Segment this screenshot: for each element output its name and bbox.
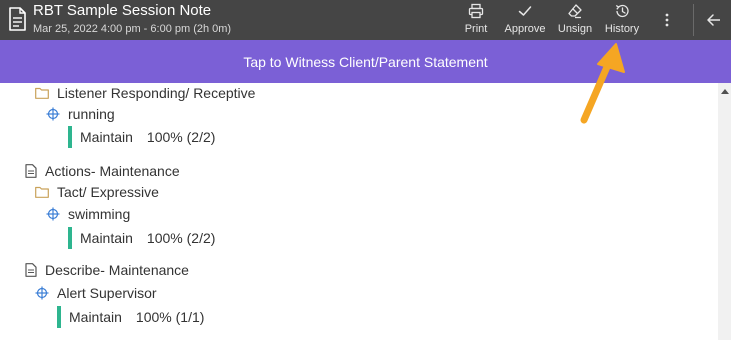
document-icon: [25, 164, 37, 178]
metric-running: Maintain 100% (2/2): [68, 126, 215, 148]
more-options-icon[interactable]: [659, 10, 675, 30]
target-label: Alert Supervisor: [57, 285, 157, 301]
approve-button[interactable]: Approve: [502, 2, 548, 38]
tree-target-running[interactable]: running: [46, 105, 115, 123]
tree-folder-tact[interactable]: Tact/ Expressive: [35, 183, 159, 201]
metric-value: 100% (2/2): [146, 129, 216, 145]
history-icon: [615, 4, 629, 18]
tree-doc-describe[interactable]: Describe- Maintenance: [25, 261, 189, 279]
target-icon: [35, 286, 49, 300]
target-icon: [46, 207, 60, 221]
witness-statement-banner[interactable]: Tap to Witness Client/Parent Statement: [0, 40, 731, 83]
checkmark-icon: [518, 6, 532, 16]
tree-folder-listener[interactable]: Listener Responding/ Receptive: [35, 84, 255, 102]
print-label: Print: [464, 23, 488, 35]
tree-target-swimming[interactable]: swimming: [46, 205, 130, 223]
folder-label: Tact/ Expressive: [57, 184, 159, 200]
metric-label: Maintain: [80, 230, 133, 246]
page-title: RBT Sample Session Note: [33, 2, 212, 19]
target-icon: [46, 107, 60, 121]
eraser-icon: [568, 4, 582, 19]
metric-label: Maintain: [69, 309, 122, 325]
printer-icon: [468, 3, 484, 19]
target-label: running: [68, 106, 115, 122]
history-button[interactable]: History: [601, 2, 643, 38]
vertical-scrollbar[interactable]: [718, 83, 731, 340]
document-icon: [25, 263, 37, 277]
document-label: Describe- Maintenance: [45, 262, 189, 278]
document-label: Actions- Maintenance: [45, 163, 180, 179]
app-header: RBT Sample Session Note Mar 25, 2022 4:0…: [0, 0, 731, 40]
session-time: Mar 25, 2022 4:00 pm - 6:00 pm (2h 0m): [33, 23, 232, 35]
metric-value: 100% (1/1): [135, 309, 205, 325]
metric-swimming: Maintain 100% (2/2): [68, 227, 215, 249]
metric-bar: [68, 227, 72, 249]
unsign-label: Unsign: [557, 23, 593, 35]
tree-target-alert-supervisor[interactable]: Alert Supervisor: [35, 284, 157, 302]
metric-label: Maintain: [80, 129, 133, 145]
target-label: swimming: [68, 206, 131, 222]
session-content: Listener Responding/ Receptive running M…: [0, 83, 718, 340]
banner-text: Tap to Witness Client/Parent Statement: [243, 53, 488, 70]
approve-label: Approve: [504, 23, 546, 35]
tree-doc-actions[interactable]: Actions- Maintenance: [25, 162, 180, 180]
folder-icon: [35, 186, 49, 198]
unsign-button[interactable]: Unsign: [555, 2, 595, 38]
metric-alert-supervisor: Maintain 100% (1/1): [57, 306, 204, 328]
folder-icon: [35, 87, 49, 99]
title-block: RBT Sample Session Note Mar 25, 2022 4:0…: [33, 2, 231, 36]
history-label: History: [604, 23, 640, 35]
scroll-up-arrow-icon[interactable]: [721, 89, 729, 94]
header-divider: [693, 4, 694, 36]
metric-bar: [57, 306, 61, 328]
metric-value: 100% (2/2): [146, 230, 216, 246]
back-arrow-icon[interactable]: [704, 10, 724, 30]
metric-bar: [68, 126, 72, 148]
print-button[interactable]: Print: [461, 2, 491, 38]
folder-label: Listener Responding/ Receptive: [57, 85, 256, 101]
document-icon: [9, 7, 26, 31]
